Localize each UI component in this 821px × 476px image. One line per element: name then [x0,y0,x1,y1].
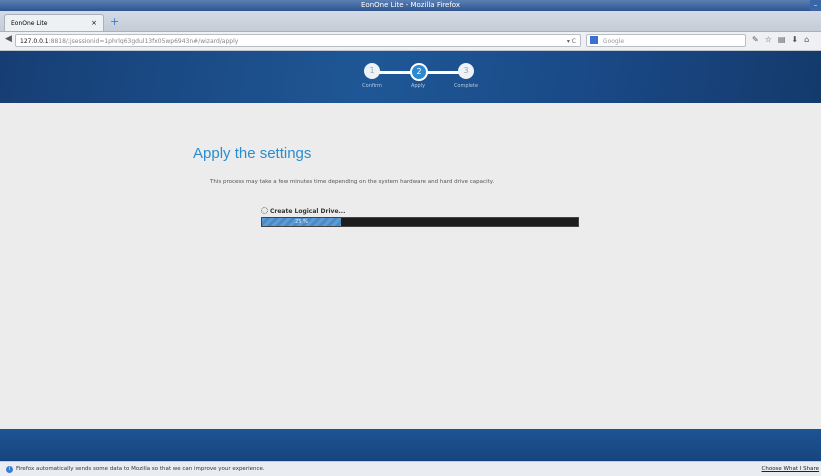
step-1-icon: 1 [364,63,380,79]
spinner-icon [261,207,268,214]
reload-icon[interactable]: ▾ C [567,35,576,46]
wizard-steps: 1 2 3 Confirm Apply Complete [360,62,490,96]
task-label: Create Logical Drive... [261,207,579,217]
task-label-text: Create Logical Drive... [270,208,346,215]
url-path: :8818/;jsessionid=1phrlq63gdul13fx05wp69… [48,38,239,45]
page-title: Apply the settings [193,145,312,162]
search-engine-icon[interactable] [590,36,598,44]
window-minimize-button[interactable]: – [810,0,821,11]
tab-eonone-lite[interactable]: EonOne Lite × [4,14,104,31]
progress-bar: 25 % [261,217,579,227]
close-icon[interactable]: × [91,15,97,32]
step-1-label: Confirm [362,83,382,89]
task-progress: Create Logical Drive... 25 % [261,207,579,227]
url-host: 127.0.0.1 [20,38,49,45]
step-3-label: Complete [453,83,479,89]
window-title-bar: EonOne Lite - Mozilla Firefox – [0,0,821,11]
info-icon: i [6,466,13,473]
back-icon[interactable]: ◀ [5,34,12,44]
tab-title: EonOne Lite [11,20,48,27]
step-2-label: Apply [410,83,426,89]
search-input[interactable]: Google [586,34,746,47]
main-content [0,103,821,429]
tab-strip: EonOne Lite × + [0,11,821,32]
notification-message: Firefox automatically sends some data to… [16,466,265,472]
new-tab-icon[interactable]: + [110,15,119,29]
step-2-icon: 2 [410,63,428,81]
choose-what-i-share-button[interactable]: Choose What I Share [762,462,820,476]
window-title: EonOne Lite - Mozilla Firefox [360,1,460,9]
notification-bar: i Firefox automatically sends some data t… [0,461,821,476]
search-placeholder: Google [602,38,625,45]
progress-percent: 25 % [295,219,308,225]
url-bar[interactable]: 127.0.0.1:8818/;jsessionid=1phrlq63gdul1… [15,34,581,47]
step-3-icon: 3 [458,63,474,79]
app-footer [0,429,821,461]
toolbar-icons[interactable]: ✎☆▤⬇⌂ [752,35,815,44]
navigation-bar: ◀ 127.0.0.1:8818/;jsessionid=1phrlq63gdu… [0,32,821,51]
page-description: This process may take a few minutes time… [210,179,494,185]
